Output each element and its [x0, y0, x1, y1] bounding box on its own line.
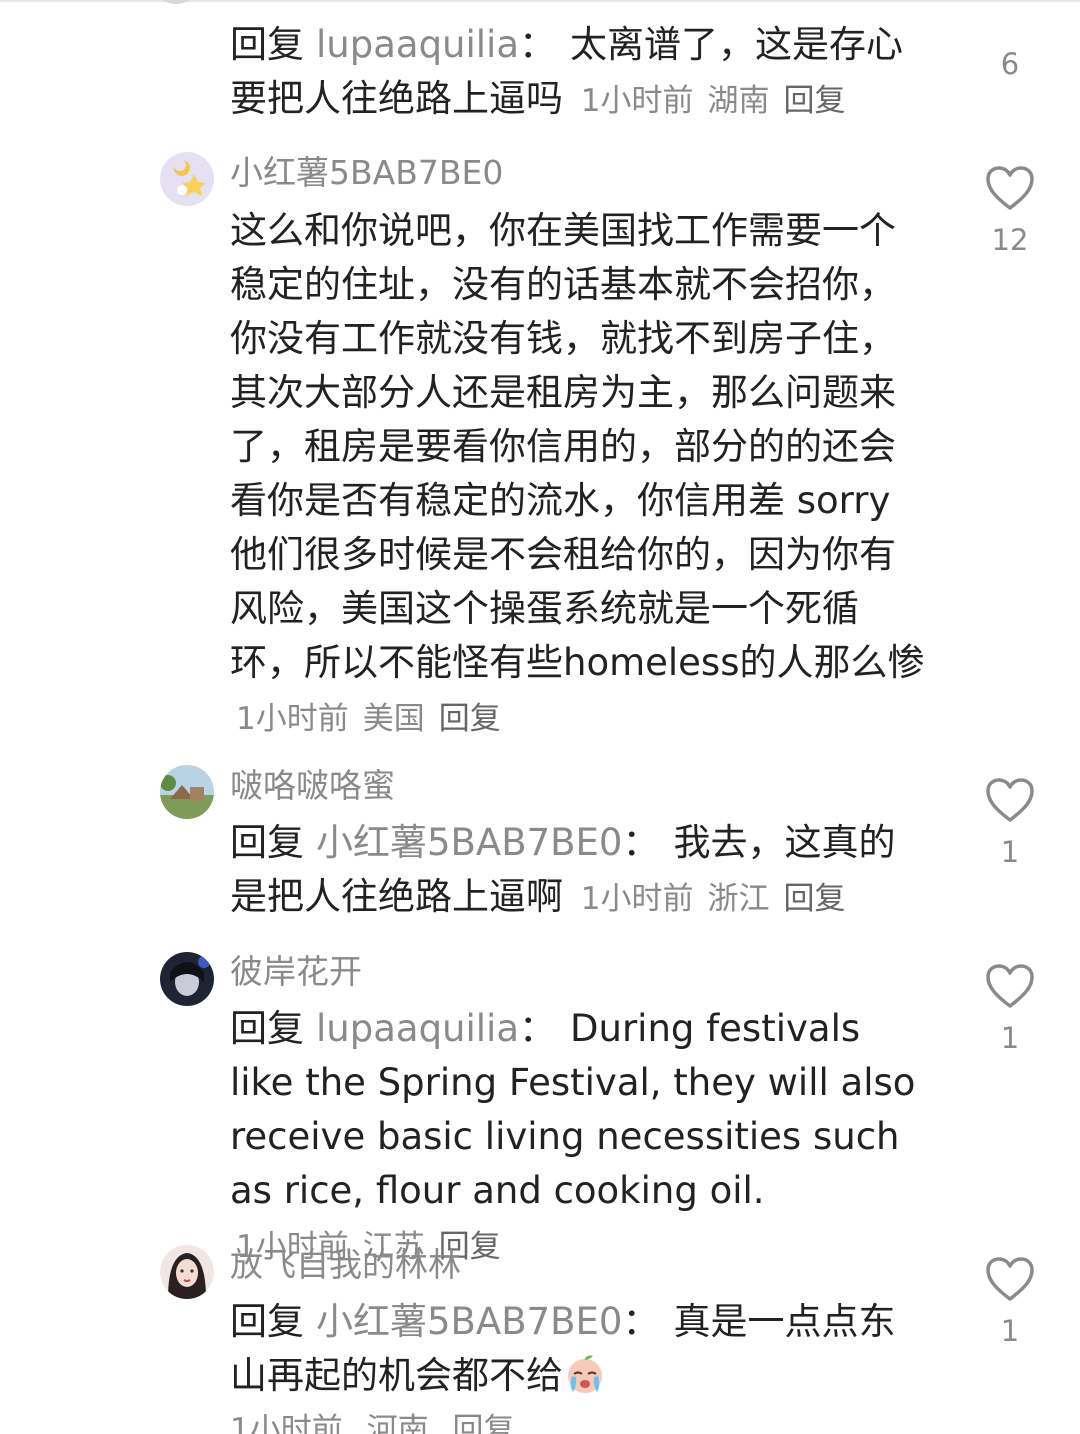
- crying-face-emoji: [568, 1355, 602, 1393]
- reply-prefix: 回复: [230, 23, 304, 66]
- avatar[interactable]: [160, 952, 214, 1006]
- comment-meta: 1小时前 湖南 回复: [581, 83, 860, 119]
- reply-prefix: 回复: [230, 1300, 304, 1343]
- comment-meta: 1小时前 浙江 回复: [581, 881, 860, 917]
- avatar[interactable]: [160, 765, 214, 819]
- reply-button[interactable]: 回复: [452, 1412, 514, 1434]
- comment-body[interactable]: 这么和你说吧，你在美国找工作需要一个稳定的住址，没有的话基本就不会招你，你没有工…: [230, 204, 930, 746]
- heart-icon: [986, 778, 1034, 822]
- comment-body[interactable]: 回复 lupaaquilia： During festivals like the …: [230, 1002, 930, 1274]
- reply-target-username[interactable]: lupaaquilia: [316, 23, 519, 66]
- like-count: 1: [1000, 1021, 1020, 1055]
- comment-time: 1小时前: [580, 83, 694, 119]
- heart-icon: [986, 166, 1034, 210]
- comment-body[interactable]: 回复 小红薯5BAB7BE0： 真是一点点东山再起的机会都不给: [230, 1295, 930, 1403]
- comment-text: 这么和你说吧，你在美国找工作需要一个稳定的住址，没有的话基本就不会招你，你没有工…: [230, 209, 925, 684]
- colon: ：: [519, 1007, 557, 1050]
- like-count: 1: [1000, 835, 1020, 869]
- reply-prefix: 回复: [230, 821, 304, 864]
- comment-location: 河南: [366, 1412, 429, 1434]
- like-button[interactable]: 1: [980, 1255, 1040, 1349]
- like-button[interactable]: 6: [980, 36, 1040, 82]
- colon: ：: [622, 1300, 660, 1343]
- reply-target-username[interactable]: 小红薯5BAB7BE0: [316, 821, 622, 864]
- comment-body[interactable]: 回复 lupaaquilia： 太离谱了，这是存心要把人往绝路上逼吗 1小时前 湖南回…: [230, 18, 930, 128]
- like-count: 6: [1000, 47, 1020, 81]
- comment-meta: 1小时前 河南 回复: [230, 1410, 514, 1434]
- reply-button[interactable]: 回复: [439, 701, 501, 737]
- colon: ：: [622, 821, 660, 864]
- comment-location: 浙江: [707, 881, 770, 917]
- reply-target-username[interactable]: lupaaquilia: [316, 1007, 519, 1050]
- heart-icon: [986, 1257, 1034, 1301]
- like-button[interactable]: 1: [980, 776, 1040, 870]
- comment-username[interactable]: 放飞自我的林林: [230, 1245, 461, 1285]
- like-count: 12: [991, 223, 1029, 257]
- avatar-image: [160, 765, 214, 819]
- reply-target-username[interactable]: 小红薯5BAB7BE0: [316, 1300, 622, 1343]
- colon: ：: [519, 23, 557, 66]
- comment-username[interactable]: 啵咯啵咯蜜: [230, 766, 395, 806]
- comment-location: 美国: [362, 701, 425, 737]
- comment-time: 1小时前: [236, 701, 349, 737]
- like-count: 1: [1000, 1314, 1020, 1348]
- reply-prefix: 回复: [230, 1007, 304, 1050]
- comment-time: 1小时前: [580, 881, 694, 917]
- comment-meta: 1小时前 美国 回复: [236, 701, 515, 737]
- avatar[interactable]: [160, 1245, 214, 1299]
- reply-button[interactable]: 回复: [784, 881, 846, 917]
- comment-location: 湖南: [707, 83, 770, 119]
- avatar-image: [160, 1245, 214, 1299]
- like-button[interactable]: 1: [980, 962, 1040, 1056]
- avatar[interactable]: [160, 152, 214, 206]
- like-button[interactable]: 12: [980, 164, 1040, 258]
- avatar-image: [160, 152, 214, 206]
- avatar-image: [160, 952, 214, 1006]
- comment-time: 1小时前: [230, 1412, 343, 1434]
- comment-body[interactable]: 回复 小红薯5BAB7BE0： 我去，这真的是把人往绝路上逼啊 1小时前 浙江 回复: [230, 816, 930, 926]
- comment-username[interactable]: 彼岸花开: [230, 952, 362, 992]
- comment-username[interactable]: 小红薯5BAB7BE0: [230, 153, 503, 193]
- heart-icon: [986, 964, 1034, 1008]
- reply-button[interactable]: 回复: [784, 83, 846, 119]
